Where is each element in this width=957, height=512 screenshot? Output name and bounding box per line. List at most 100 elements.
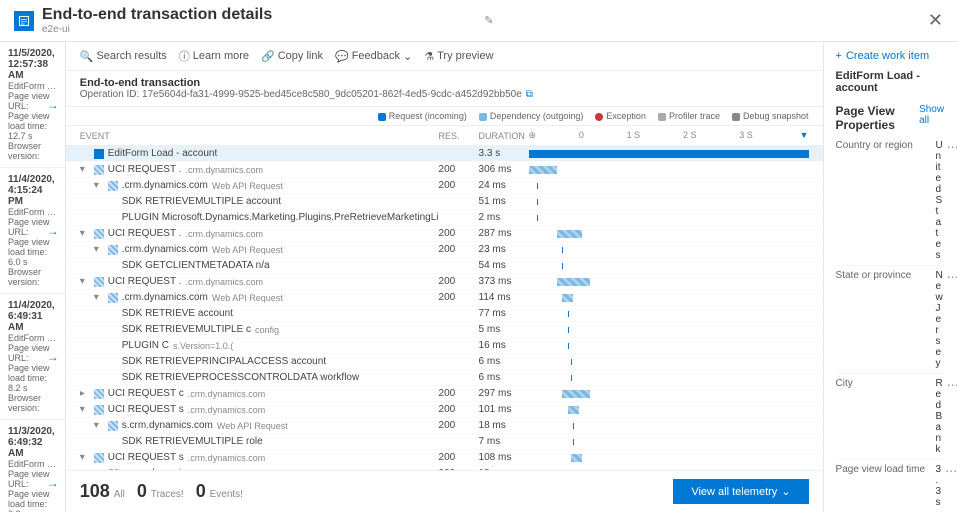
expand-icon[interactable]: ▸ <box>80 388 90 399</box>
edit-icon[interactable]: ✎ <box>484 14 493 27</box>
feedback-icon: 💬 <box>335 50 349 63</box>
event-label: .crm.dynamics.com <box>122 292 208 303</box>
event-row[interactable]: ▸ UCI REQUEST c .crm.dynamics.com 200 29… <box>66 386 823 402</box>
event-row[interactable]: ▾ UCI REQUEST . .crm.dynamics.com 200 28… <box>66 226 823 242</box>
event-type-icon <box>108 181 118 191</box>
copy-opid-icon[interactable]: ⧉ <box>526 89 533 100</box>
event-row[interactable]: SDK RETRIEVEPROCESSCONTROLDATA workflow … <box>66 370 823 386</box>
event-type-icon <box>94 149 104 159</box>
event-row[interactable]: ▾ UCI REQUEST . .crm.dynamics.com 200 37… <box>66 274 823 290</box>
expand-icon[interactable]: ▾ <box>94 420 104 431</box>
event-duration: 297 ms <box>479 388 529 399</box>
expand-icon[interactable]: ▾ <box>80 452 90 463</box>
event-row[interactable]: ▾ .crm.dynamics.com Web API Request 200 … <box>66 178 823 194</box>
event-row[interactable]: ▾ UCI REQUEST . .crm.dynamics.com 200 30… <box>66 162 823 178</box>
search-results-button[interactable]: 🔍Search results <box>80 50 167 63</box>
count-traces: 0 <box>137 481 147 501</box>
try-preview-button[interactable]: ⚗Try preview <box>424 50 493 63</box>
learn-more-button[interactable]: ⓘLearn more <box>179 48 249 64</box>
expand-icon[interactable]: ▾ <box>94 180 104 191</box>
event-row[interactable]: SDK RETRIEVEPRINCIPALACCESS account 6 ms <box>66 354 823 370</box>
details-panel: +Create work item EditForm Load - accoun… <box>823 42 957 512</box>
expand-icon[interactable]: ▾ <box>80 164 90 175</box>
expand-icon[interactable]: ▾ <box>80 404 90 415</box>
count-events: 0 <box>196 481 206 501</box>
timeline-bar <box>529 357 809 367</box>
event-res: 200 <box>439 276 479 287</box>
event-row[interactable]: ▾ UCI REQUEST s .crm.dynamics.com 200 10… <box>66 402 823 418</box>
search-icon: 🔍 <box>80 50 94 63</box>
event-label: UCI REQUEST . <box>108 276 182 287</box>
session-browser: Browser version: <box>8 267 57 287</box>
link-icon: 🔗 <box>261 50 275 63</box>
legend-exception: Exception <box>595 111 646 121</box>
event-duration: 108 ms <box>479 452 529 463</box>
event-row[interactable]: SDK RETRIEVEMULTIPLE c config 5 ms <box>66 322 823 338</box>
event-type-icon <box>94 165 104 175</box>
event-duration: 51 ms <box>479 196 529 207</box>
event-row[interactable]: SDK RETRIEVEMULTIPLE account 51 ms <box>66 194 823 210</box>
event-suffix: Web API Request <box>212 245 283 255</box>
event-res: 200 <box>439 388 479 399</box>
event-row[interactable]: EditForm Load - account 3.3 s <box>66 146 823 162</box>
event-row[interactable]: SDK RETRIEVE account 77 ms <box>66 306 823 322</box>
timeline-bar <box>529 197 809 207</box>
show-all-link[interactable]: Show all <box>919 104 945 132</box>
copy-link-button[interactable]: 🔗Copy link <box>261 50 323 63</box>
event-row[interactable]: ▾ UCI REQUEST s .crm.dynamics.com 200 10… <box>66 450 823 466</box>
expand-icon[interactable]: ▾ <box>94 292 104 303</box>
more-icon[interactable]: ⋯ <box>943 270 957 284</box>
more-icon[interactable]: ⋯ <box>943 378 957 392</box>
property-row: Country or region United States ⋯ <box>836 136 945 266</box>
event-row[interactable]: SDK GETCLIENTMETADATA n/a 54 ms <box>66 258 823 274</box>
event-duration: 2 ms <box>479 212 529 223</box>
expand-icon[interactable]: ▾ <box>94 244 104 255</box>
session-time: 11/5/2020, 12:57:38 AM <box>8 48 57 81</box>
event-label: s.crm.dynamics.com <box>122 420 213 431</box>
session-item[interactable]: 11/5/2020, 12:57:38 AM EditForm Load - a… <box>0 42 65 168</box>
filter-icon[interactable]: ▼ <box>800 130 809 141</box>
page-subtitle: e2e-ui <box>42 24 476 35</box>
event-duration: 16 ms <box>479 340 529 351</box>
info-title: End-to-end transaction <box>80 77 809 89</box>
session-item[interactable]: 11/4/2020, 6:49:31 AM EditForm Load - ac… <box>0 294 65 420</box>
expand-icon[interactable]: ▾ <box>80 276 90 287</box>
property-key: Country or region <box>836 140 936 151</box>
property-key: State or province <box>836 270 936 281</box>
event-row[interactable]: SDK RETRIEVEMULTIPLE role 7 ms <box>66 434 823 450</box>
event-res: 200 <box>439 164 479 175</box>
more-icon[interactable]: ⋯ <box>941 464 957 478</box>
event-type-icon <box>108 421 118 431</box>
more-icon[interactable]: ⋯ <box>943 140 957 154</box>
timeline-bar <box>529 165 809 175</box>
event-suffix: .crm.dynamics.com <box>188 405 266 415</box>
plus-icon: + <box>836 50 842 62</box>
session-name: EditForm Load - account <box>8 207 57 217</box>
session-item[interactable]: 11/3/2020, 6:49:32 AM EditForm Load - ac… <box>0 420 65 512</box>
event-row[interactable]: ▾ .crm.dynamics.com Web API Request 200 … <box>66 290 823 306</box>
event-label: SDK RETRIEVEMULTIPLE account <box>122 196 281 207</box>
session-name: EditForm Load - account <box>8 333 57 343</box>
event-suffix: Web API Request <box>212 181 283 191</box>
timeline-bar <box>529 341 809 351</box>
event-suffix: Web API Request <box>212 293 283 303</box>
event-label: SDK RETRIEVE account <box>122 308 233 319</box>
session-item[interactable]: 11/4/2020, 4:15:24 PM EditForm Load - ac… <box>0 168 65 294</box>
session-browser: Browser version: <box>8 141 57 161</box>
event-duration: 54 ms <box>479 260 529 271</box>
event-res: 200 <box>439 452 479 463</box>
event-row[interactable]: PLUGIN Microsoft.Dynamics.Marketing.Plug… <box>66 210 823 226</box>
event-row[interactable]: PLUGIN C s.Version=1.0.( 16 ms <box>66 338 823 354</box>
feedback-button[interactable]: 💬Feedback ⌄ <box>335 50 412 63</box>
view-all-telemetry-button[interactable]: View all telemetry ⌄ <box>673 479 808 504</box>
legend-dependency: Dependency (outgoing) <box>479 111 584 121</box>
create-work-item-button[interactable]: +Create work item <box>836 50 945 62</box>
event-res: 200 <box>439 180 479 191</box>
event-row[interactable]: ▾ s.crm.dynamics.com Web API Request 200… <box>66 418 823 434</box>
property-value: Red Bank <box>936 378 943 455</box>
event-row[interactable]: ▾ .crm.dynamics.com Web API Request 200 … <box>66 242 823 258</box>
close-button[interactable]: ✕ <box>928 10 943 31</box>
event-duration: 7 ms <box>479 436 529 447</box>
expand-icon[interactable]: ▾ <box>80 228 90 239</box>
session-time: 11/4/2020, 4:15:24 PM <box>8 174 57 207</box>
